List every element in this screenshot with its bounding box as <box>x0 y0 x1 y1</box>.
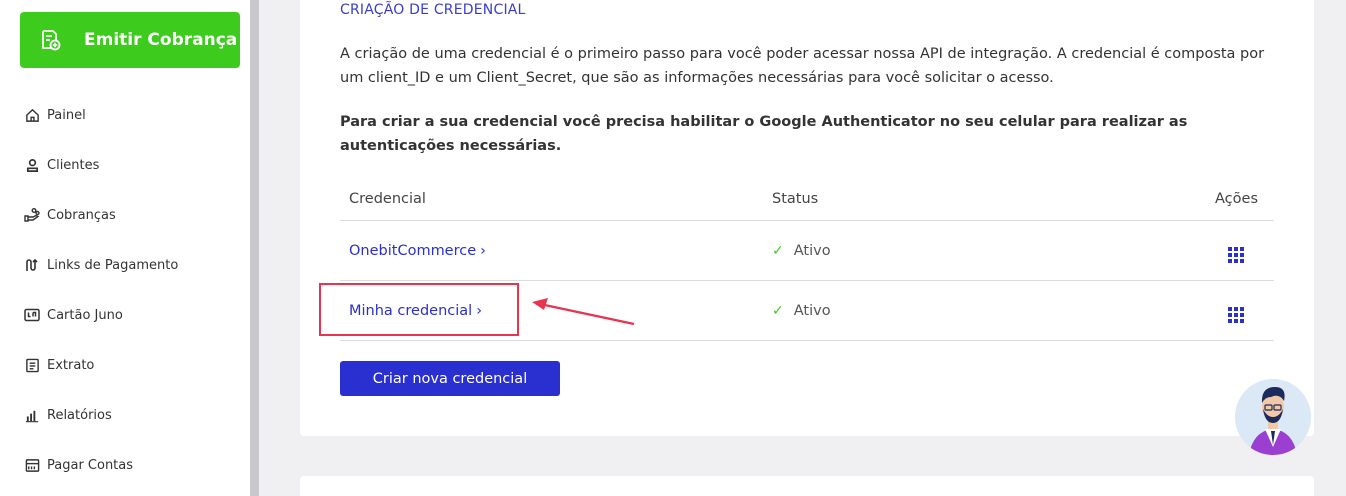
emit-charge-button[interactable]: Emitir Cobrança <box>20 12 240 68</box>
user-icon <box>24 157 40 173</box>
status-label: Ativo <box>793 242 831 259</box>
card-icon <box>24 307 40 323</box>
sidebar-item-pagar-contas[interactable]: Pagar Contas <box>24 440 178 490</box>
sidebar-item-clientes[interactable]: Clientes <box>24 140 178 190</box>
sidebar-item-label: Extrato <box>47 357 95 373</box>
bar-chart-icon <box>24 407 40 423</box>
sidebar-item-relatorios[interactable]: Relatórios <box>24 390 178 440</box>
authenticator-notice: Para criar a sua credencial você precisa… <box>340 114 1188 154</box>
check-icon: ✓ <box>772 242 784 259</box>
sidebar-nav: Painel Clientes Cobranças Links de Pagam… <box>24 90 178 490</box>
sidebar-item-label: Painel <box>47 107 86 123</box>
receipt-icon <box>24 357 40 373</box>
invoice-add-icon <box>38 28 62 52</box>
highlight-box <box>319 283 519 336</box>
assistant-avatar-icon <box>1235 379 1311 455</box>
header-actions: Ações <box>1215 190 1258 207</box>
credential-card: CRIAÇÃO DE CREDENCIAL A criação de uma c… <box>300 0 1314 436</box>
sidebar-item-label: Clientes <box>47 157 100 173</box>
sidebar-item-label: Cobranças <box>47 207 116 223</box>
check-icon: ✓ <box>772 302 784 319</box>
header-status: Status <box>772 190 819 207</box>
sidebar-item-cartao-juno[interactable]: Cartão Juno <box>24 290 178 340</box>
credential-name: OnebitCommerce <box>349 242 477 259</box>
status-cell: ✓ Ativo <box>772 243 1152 259</box>
section-title: CRIAÇÃO DE CREDENCIAL <box>340 2 526 18</box>
sidebar-item-links-pagamento[interactable]: Links de Pagamento <box>24 240 178 290</box>
grid-menu-icon[interactable] <box>1228 306 1244 323</box>
sidebar-item-label: Cartão Juno <box>47 307 123 323</box>
table-header: Credencial Status Ações <box>340 177 1274 221</box>
actions-cell <box>1152 299 1274 323</box>
sidebar-item-cobrancas[interactable]: Cobranças <box>24 190 178 240</box>
sidebar-item-label: Pagar Contas <box>47 457 134 473</box>
sidebar: Emitir Cobrança Painel Clientes Cobrança… <box>0 0 250 496</box>
sidebar-item-label: Links de Pagamento <box>47 257 179 273</box>
sidebar-item-painel[interactable]: Painel <box>24 90 178 140</box>
secondary-card <box>300 476 1314 496</box>
link-icon <box>24 257 40 273</box>
barcode-icon <box>24 457 40 473</box>
grid-menu-icon[interactable] <box>1228 246 1244 263</box>
status-label: Ativo <box>793 302 831 319</box>
sidebar-divider <box>250 0 259 496</box>
header-credential: Credencial <box>349 190 426 207</box>
sidebar-item-label: Relatórios <box>47 407 112 423</box>
home-icon <box>24 107 40 123</box>
sidebar-item-extrato[interactable]: Extrato <box>24 340 178 390</box>
create-credential-button[interactable]: Criar nova credencial <box>340 361 560 396</box>
emit-charge-label: Emitir Cobrança <box>84 30 238 50</box>
table-row: OnebitCommerce › ✓ Ativo <box>340 221 1274 281</box>
hand-coins-icon <box>24 207 40 223</box>
support-avatar[interactable] <box>1235 379 1311 455</box>
actions-cell <box>1152 239 1274 263</box>
status-cell: ✓ Ativo <box>772 303 1152 319</box>
credential-link[interactable]: OnebitCommerce › <box>349 243 486 259</box>
description-text: A criação de uma credencial é o primeiro… <box>340 46 1265 86</box>
chevron-right-icon: › <box>480 242 486 259</box>
annotation-arrow-icon <box>532 298 635 326</box>
